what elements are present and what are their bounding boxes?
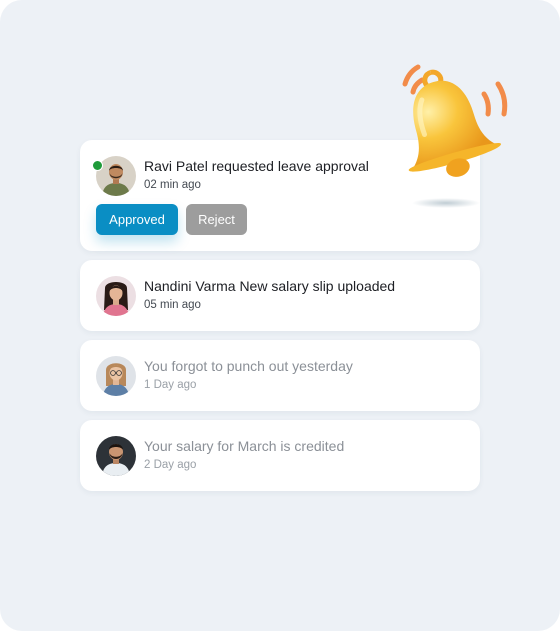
avatar-nandini-varma [96,276,136,316]
notification-title: Ravi Patel requested leave approval [144,158,369,174]
approve-button[interactable]: Approved [96,204,178,235]
ringing-bell-icon [402,64,508,208]
notification-time: 05 min ago [144,299,201,311]
reject-button[interactable]: Reject [186,204,247,235]
avatar-man-beard [96,436,136,476]
online-status-dot [92,160,103,171]
notification-time: 1 Day ago [144,379,197,391]
notification-title: Nandini Varma New salary slip uploaded [144,278,396,294]
notification-card-salary-slip[interactable]: Nandini Varma New salary slip uploaded 0… [80,260,480,331]
avatar-woman-glasses [96,356,136,396]
notification-title: Your salary for March is credited [144,438,345,454]
notification-title: You forgot to punch out yesterday [144,358,353,374]
notification-time: 02 min ago [144,179,201,191]
notification-time: 2 Day ago [144,459,197,471]
notification-card-salary-credited[interactable]: Your salary for March is credited 2 Day … [80,420,480,491]
notification-panel: Ravi Patel requested leave approval 02 m… [0,0,560,631]
notification-card-punch-out[interactable]: You forgot to punch out yesterday 1 Day … [80,340,480,411]
